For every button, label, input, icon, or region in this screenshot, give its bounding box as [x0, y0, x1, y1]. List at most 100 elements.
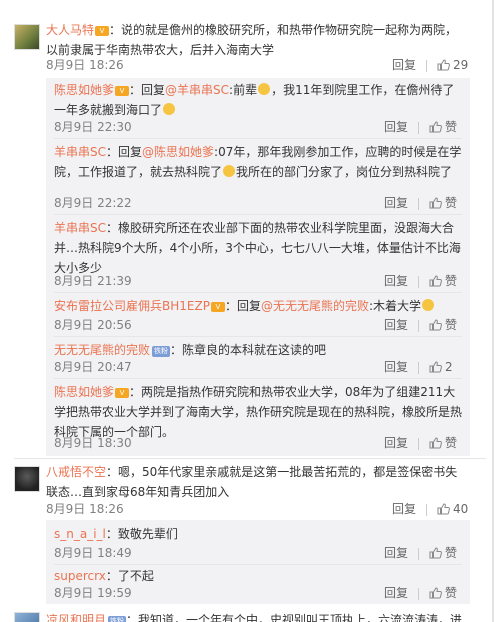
reply-username[interactable]: 无无无尾熊的完败 [54, 343, 150, 357]
like-button[interactable]: 赞 [429, 586, 457, 600]
reply-item: 陈思如她爹 V ：回复@羊串串SC:前辈 ，我11年到院里工作，在儋州待了一年多就搬到… [54, 83, 455, 117]
reply-button[interactable]: 回复 [384, 546, 408, 560]
reply-username[interactable]: s_n_a_i_l [54, 527, 106, 541]
divider [14, 458, 486, 459]
emoji-icon [422, 299, 435, 311]
reply-actions: 回复 2 [384, 358, 453, 375]
emoji-icon [258, 83, 271, 95]
reply-actions: 回复 赞 [384, 584, 457, 601]
thumbs-up-icon [429, 121, 442, 133]
comment-username[interactable]: 凉风和明月 [46, 613, 106, 622]
reply-item: s_n_a_i_l：致敬先辈们 [54, 527, 178, 541]
emoji-icon [223, 165, 236, 177]
like-button[interactable]: 赞 [429, 120, 457, 134]
vip-icon: V [210, 302, 225, 312]
thumbs-up-icon [437, 59, 450, 71]
reply-item: 安布雷拉公司雇佣兵BH1EZP V ：回复@无无无尾熊的完败:木着大学 [54, 296, 462, 316]
divider [54, 378, 462, 379]
emoji-icon [163, 103, 176, 115]
like-button[interactable]: 赞 [429, 274, 457, 288]
like-label: 赞 [445, 586, 458, 600]
comment-username[interactable]: 大人马特 [46, 23, 94, 37]
reply-actions: 回复 赞 [384, 316, 457, 333]
like-button[interactable]: 赞 [429, 318, 457, 332]
reply-actions: 回复 赞 [384, 544, 457, 561]
divider [54, 214, 462, 215]
reply-time: 8月9日 19:59 [54, 586, 132, 600]
reply-username[interactable]: 陈思如她爹 [54, 385, 114, 399]
comment-feed: 大人马特 V ：说的就是儋州的橡胶研究所，和热带作物研究院一起称为两院，以前隶属于华… [0, 0, 494, 622]
mention-link[interactable]: @无无无尾熊的完败 [261, 299, 369, 313]
reply-actions: 回复 赞 [384, 434, 457, 451]
like-label: 赞 [445, 120, 458, 134]
reply-actions: 回复 赞 [384, 118, 457, 135]
avatar[interactable] [14, 612, 40, 622]
avatar[interactable] [14, 466, 40, 492]
reply-button[interactable]: 回复 [384, 274, 408, 288]
fan-badge: 铁粉 [108, 616, 127, 622]
thumbs-up-icon [437, 503, 450, 515]
vip-icon: V [115, 388, 130, 398]
reply-button[interactable]: 回复 [384, 360, 408, 374]
reply-actions: 回复 赞 [384, 194, 457, 211]
thumbs-up-icon [429, 437, 442, 449]
thumbs-up-icon [429, 275, 442, 287]
like-label: 赞 [445, 546, 458, 560]
like-label: 赞 [445, 274, 458, 288]
thumbs-up-icon [429, 587, 442, 599]
reply-actions: 回复 赞 [384, 272, 457, 289]
reply-username[interactable]: 安布雷拉公司雇佣兵BH1EZP [54, 299, 210, 313]
reply-button[interactable]: 回复 [384, 586, 408, 600]
like-button[interactable]: 2 [429, 360, 453, 374]
like-count: 29 [453, 58, 469, 72]
thumbs-up-icon [429, 547, 442, 559]
reply-time: 8月9日 18:49 [54, 546, 132, 560]
divider [54, 292, 462, 293]
reply-time: 8月9日 18:30 [54, 436, 132, 450]
like-button[interactable]: 40 [437, 502, 468, 516]
thumbs-up-icon [429, 319, 442, 331]
comment-text: ：嗯，50年代家里亲戚就是这第一批最苦拓荒的，都是签保密书失联态…直到家母68年… [46, 465, 458, 499]
divider [54, 564, 462, 565]
reply-time: 8月9日 22:22 [54, 196, 132, 210]
mention-link[interactable]: @陈思如她爹 [142, 145, 214, 159]
reply-button[interactable]: 回复 [384, 196, 408, 210]
reply-time: 8月9日 20:47 [54, 360, 132, 374]
comment-username[interactable]: 八戒悟不空 [46, 465, 106, 479]
reply-item: 陈思如她爹 V ：两院是指热作研究院和热带农业大学，08年为了组建211大学把热带农… [54, 385, 463, 439]
reply-item: 羊串串SC：橡胶研究所还在农业部下面的热带农业科学院里面，没跟海大合并…热科院9… [54, 221, 461, 275]
reply-username[interactable]: 陈思如她爹 [54, 83, 114, 97]
mention-link[interactable]: @羊串串SC [165, 83, 229, 97]
reply-item: 羊串串SC：回复@陈思如她爹:07年，那年我刚参加工作，应聘的时候是在学院，工作… [54, 145, 462, 179]
reply-item: 无无无尾熊的完败 铁粉 ：陈章良的本科就在这读的吧 [54, 343, 327, 357]
thumbs-up-icon [429, 197, 442, 209]
reply-button[interactable]: 回复 [392, 58, 416, 72]
vip-icon: V [115, 86, 130, 96]
avatar[interactable] [14, 24, 40, 50]
like-button[interactable]: 赞 [429, 436, 457, 450]
reply-button[interactable]: 回复 [384, 436, 408, 450]
reply-item: supercrx：了不起 [54, 569, 154, 583]
reply-button[interactable]: 回复 [384, 120, 408, 134]
reply-button[interactable]: 回复 [392, 502, 416, 516]
like-count: 2 [445, 360, 453, 374]
like-button[interactable]: 赞 [429, 546, 457, 560]
reply-button[interactable]: 回复 [384, 318, 408, 332]
like-label: 赞 [445, 196, 458, 210]
comment-text: ：我知道，一个年有个中，史视别叫王顶执上，六流流涛涛，进 [126, 613, 463, 622]
reply-list: s_n_a_i_l：致敬先辈们 8月9日 18:49 回复赞 supercrx：… [46, 520, 470, 604]
divider [54, 138, 462, 139]
reply-time: 8月9日 22:30 [54, 120, 132, 134]
reply-username[interactable]: 羊串串SC [54, 221, 106, 235]
reply-username[interactable]: supercrx [54, 569, 106, 583]
comment-time: 8月9日 18:26 [46, 502, 124, 516]
like-button[interactable]: 赞 [429, 196, 457, 210]
comment-actions: 回复 29 [392, 56, 468, 73]
reply-time: 8月9日 20:56 [54, 318, 132, 332]
thumbs-up-icon [429, 361, 442, 373]
like-button[interactable]: 29 [437, 58, 468, 72]
divider [54, 336, 462, 337]
fan-badge: 铁粉 [152, 346, 171, 357]
reply-username[interactable]: 羊串串SC [54, 145, 106, 159]
comment-actions: 回复 40 [392, 500, 468, 517]
